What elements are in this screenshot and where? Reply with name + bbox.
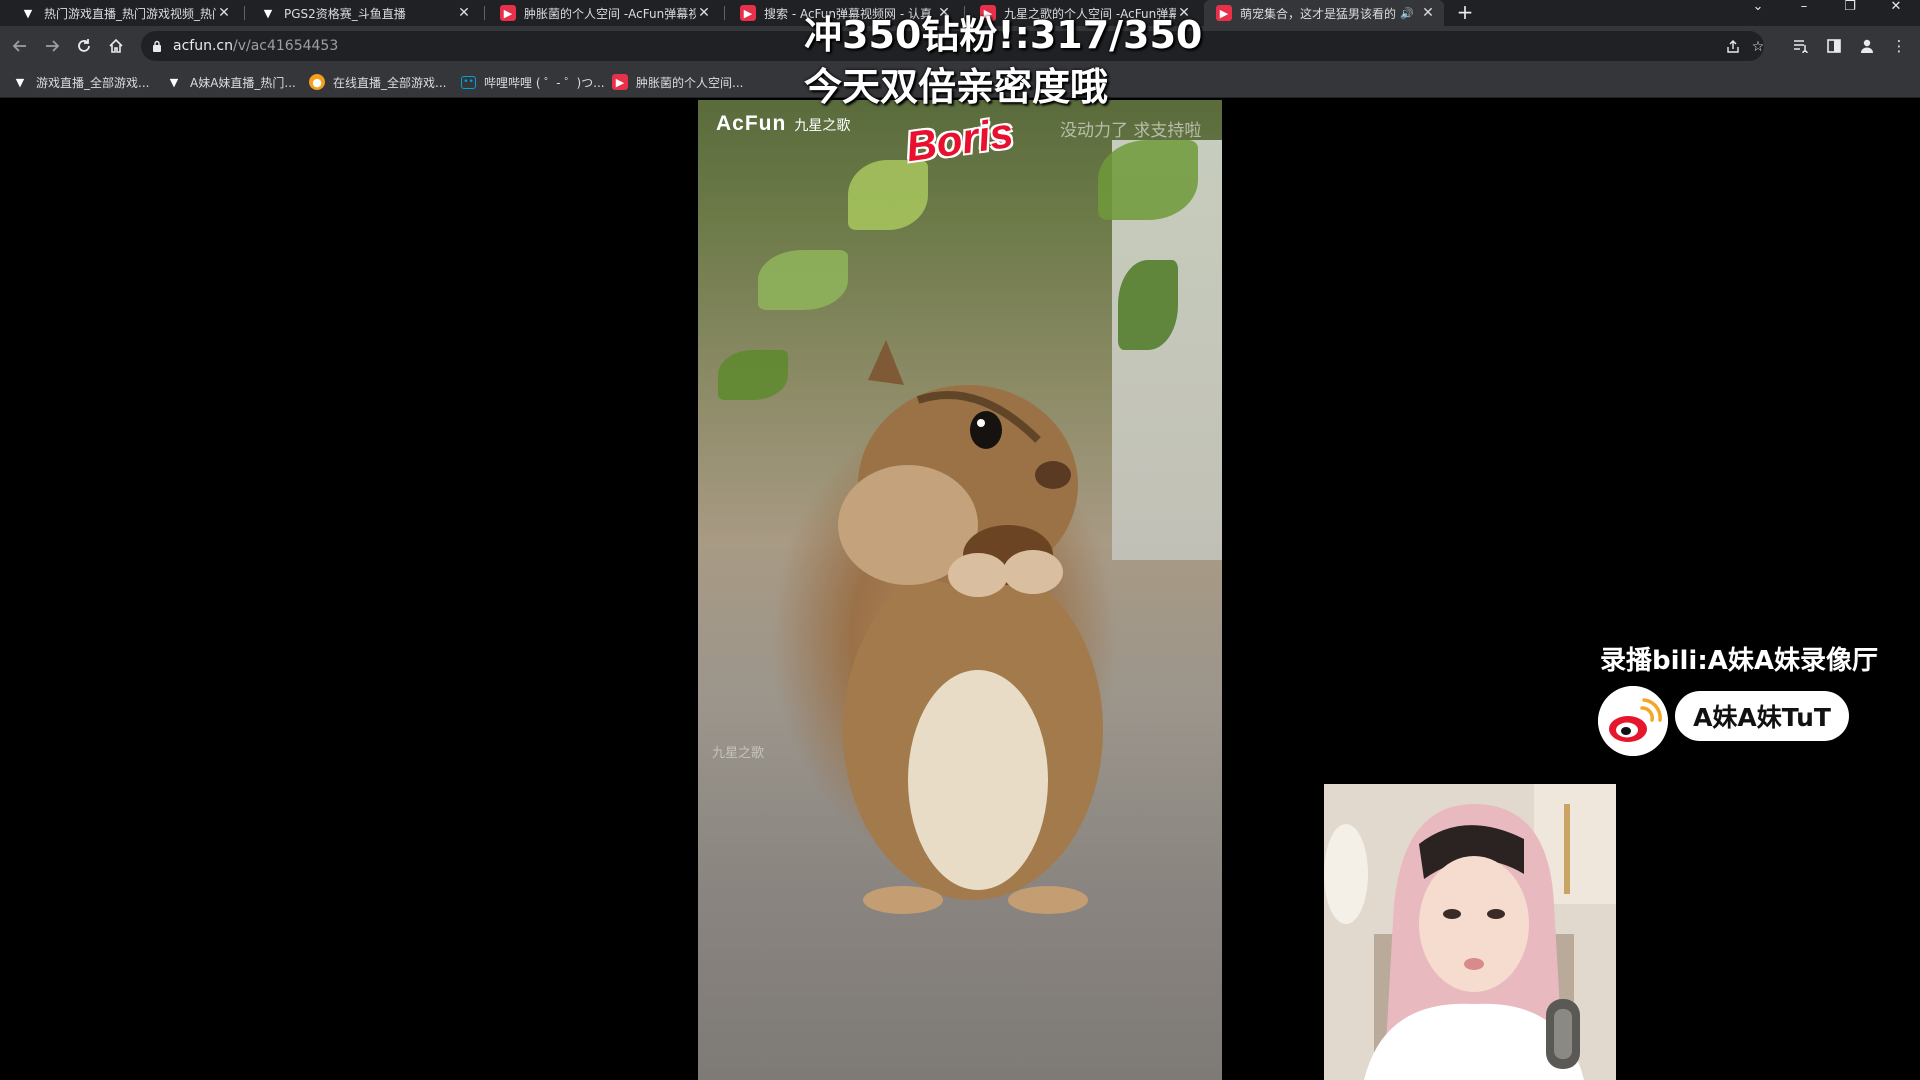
close-tab-icon[interactable]: ✕	[1420, 5, 1436, 21]
douyu-bookmark-icon: ▼	[15, 75, 25, 89]
bookmark-star-icon[interactable]: ☆	[1749, 38, 1767, 56]
minimize-icon[interactable]: –	[1784, 0, 1824, 18]
acfun-favicon-icon: ▶	[500, 5, 516, 21]
douyu-favicon-icon: ▼	[23, 6, 33, 20]
bookmark-item[interactable]: •• 哔哩哔哩 ( ゜- ゜)つ...	[461, 72, 605, 92]
streamer-image	[1324, 784, 1616, 1080]
browser-menu-icon[interactable]: ⋮	[1888, 35, 1910, 57]
media-control-icon[interactable]	[1790, 35, 1812, 57]
tab-title: PGS2资格赛_斗鱼直播	[284, 6, 406, 21]
fan-goal-overlay: 冲350钻粉!:317/350	[804, 13, 1203, 57]
leaf-decoration	[848, 160, 928, 230]
tab-2[interactable]: ▼ PGS2资格赛_斗鱼直播 ✕	[248, 0, 480, 26]
forward-arrow-icon	[46, 40, 60, 52]
video-watermark: 九星之歌	[712, 746, 765, 761]
douyu-favicon-icon: ▼	[263, 6, 273, 20]
chipmunk-image	[838, 340, 1103, 914]
profile-avatar-icon[interactable]	[1856, 35, 1878, 57]
acfun-favicon-icon: ▶	[740, 5, 756, 21]
bilibili-bookmark-icon: ••	[461, 75, 476, 89]
uploader-name: 九星之歌	[794, 118, 851, 134]
reload-button[interactable]	[72, 34, 96, 58]
weibo-icon	[1598, 686, 1668, 756]
acfun-logo: AcFun	[716, 112, 787, 135]
leaf-decoration	[1098, 140, 1198, 220]
tab-separator	[244, 6, 245, 20]
tab-title: 萌宠集合，这才是猛男该看的	[1240, 6, 1397, 21]
home-icon	[109, 38, 123, 53]
bookmark-label: 哔哩哔哩 ( ゜- ゜)つ...	[484, 75, 605, 90]
double-intimacy-overlay: 今天双倍亲密度哦	[804, 65, 1109, 109]
tab-title: 热门游戏直播_热门游戏视频_热门	[44, 6, 216, 21]
bookmark-item[interactable]: ▼ 游戏直播_全部游戏...	[12, 72, 150, 92]
close-tab-icon[interactable]: ✕	[696, 5, 712, 21]
reload-icon	[78, 39, 90, 52]
lock-icon[interactable]	[150, 40, 164, 52]
acfun-bookmark-icon: ▶	[612, 74, 628, 90]
video-player[interactable]: AcFun 九星之歌 Boris 没动力了 求支持啦 九星之歌	[698, 100, 1222, 1080]
bookmark-label: A妹A妹直播_热门...	[190, 75, 296, 90]
home-button[interactable]	[104, 34, 128, 58]
video-name-tag: Boris	[903, 108, 1017, 171]
bili-record-overlay: 录播bili:A妹A妹录像厅	[1600, 646, 1878, 676]
video-corner-note: 没动力了 求支持啦	[1060, 121, 1202, 141]
tab-title: 肿胀菌的个人空间 -AcFun弹幕视	[524, 6, 696, 21]
bookmark-item[interactable]: ▶ 肿胀菌的个人空间...	[612, 72, 743, 92]
tab-separator	[724, 6, 725, 20]
back-arrow-icon	[12, 40, 26, 52]
bookmark-label: 在线直播_全部游戏...	[333, 75, 447, 90]
bookmark-item[interactable]: ▼ A妹A妹直播_热门...	[166, 72, 296, 92]
new-tab-button[interactable]: +	[1453, 2, 1477, 24]
forward-button[interactable]	[40, 34, 64, 58]
tab-1[interactable]: ▼ 热门游戏直播_热门游戏视频_热门 ✕	[8, 0, 240, 26]
tab-3[interactable]: ▶ 肿胀菌的个人空间 -AcFun弹幕视 ✕	[488, 0, 720, 26]
leaf-decoration	[718, 350, 788, 400]
tab-search-icon[interactable]: ⌄	[1738, 0, 1778, 18]
acfun-brand-watermark: AcFun 九星之歌	[716, 112, 850, 136]
url-text[interactable]: acfun.cn/v/ac41654453	[173, 38, 338, 54]
acfun-favicon-icon: ▶	[1216, 5, 1232, 21]
streamer-webcam	[1324, 784, 1616, 1080]
share-icon[interactable]	[1724, 38, 1742, 56]
url-host: acfun.cn	[173, 38, 233, 54]
tab-6-active[interactable]: ▶ 萌宠集合，这才是猛男该看的 🔊 ✕	[1204, 0, 1444, 26]
bookmark-label: 游戏直播_全部游戏...	[36, 75, 150, 90]
tab-separator	[484, 6, 485, 20]
leaf-decoration	[758, 250, 848, 310]
restore-icon[interactable]: ❐	[1830, 0, 1870, 18]
side-panel-icon[interactable]	[1823, 35, 1845, 57]
close-tab-icon[interactable]: ✕	[216, 5, 232, 21]
url-path: /v/ac41654453	[232, 38, 339, 54]
weibo-handle-badge: A妹A妹TuT	[1675, 691, 1849, 741]
close-tab-icon[interactable]: ✕	[456, 5, 472, 21]
audio-playing-icon[interactable]: 🔊	[1400, 7, 1414, 20]
back-button[interactable]	[8, 34, 32, 58]
douyu-bookmark-icon: ▼	[169, 75, 179, 89]
bookmark-item[interactable]: ● 在线直播_全部游戏...	[309, 72, 446, 92]
close-window-icon[interactable]: ✕	[1876, 0, 1916, 18]
huya-bookmark-icon: ●	[309, 74, 325, 90]
bookmark-label: 肿胀菌的个人空间...	[636, 75, 744, 90]
